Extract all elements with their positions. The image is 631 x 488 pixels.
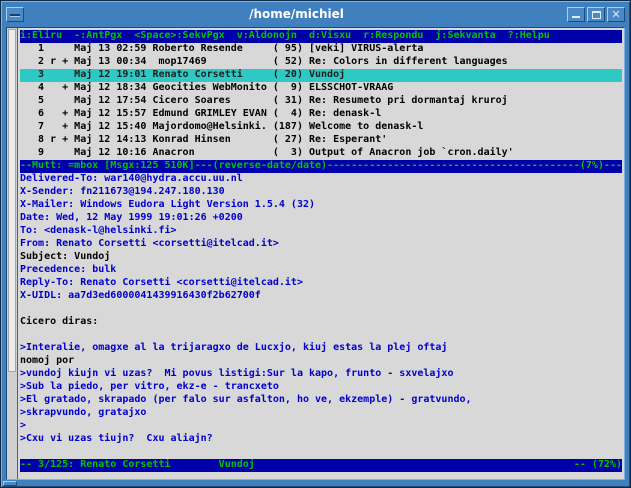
window-menu-button[interactable] — [6, 7, 24, 22]
mail-header-line: Reply-To: Renato Corsetti <corsetti@itel… — [20, 277, 622, 290]
mail-list-row-selected[interactable]: 3 Maj 12 19:01 Renato Corsetti ( 20) Vun… — [20, 69, 622, 82]
mail-list-row[interactable]: 6 + Maj 12 15:57 Edmund GRIMLEY EVAN ( 4… — [20, 108, 622, 121]
maximize-button[interactable] — [587, 7, 605, 22]
mail-body-quoted-line: >El gratado, skrapado (per falo sur asfa… — [20, 394, 622, 407]
mail-list-row[interactable]: 7 + Maj 12 15:40 Majordomo@Helsinki. (18… — [20, 121, 622, 134]
mail-body-line: Cicero diras: — [20, 316, 622, 329]
mail-body-quoted-line: >vundoj kiujn vi uzas? Mi povus listigi:… — [20, 368, 622, 381]
mail-header-line: Precedence: bulk — [20, 264, 622, 277]
pager-percent: -- (72%) — [574, 459, 622, 472]
mail-list-row[interactable]: 1 Maj 13 02:59 Roberto Resende ( 95) [ve… — [20, 43, 622, 56]
mail-body-quoted-line: >Interalie, omagxe al la trijaragxo de L… — [20, 342, 622, 355]
terminal-frame: i:Eliru -:AntPgx <Space>:SekvPgx v:Aldon… — [6, 27, 625, 480]
window-controls: ✕ — [565, 7, 625, 22]
statusbar-spacer — [255, 459, 574, 472]
mailbox-status: --Mutt: =mbox [Msgx:125 510K]---(reverse… — [20, 160, 327, 173]
close-icon: ✕ — [611, 8, 620, 21]
mail-header-line: X-Sender: fn211673@194.247.180.130 — [20, 186, 622, 199]
mutt-key-hints: i:Eliru -:AntPgx <Space>:SekvPgx v:Aldon… — [20, 30, 550, 43]
mail-header-line: Delivered-To: war140@hydra.accu.uu.nl — [20, 173, 622, 186]
mutt-pager-statusbar: -- 3/125: Renato Corsetti Vundoj -- (72%… — [20, 459, 622, 472]
mutt-key-menubar: i:Eliru -:AntPgx <Space>:SekvPgx v:Aldon… — [20, 30, 622, 43]
blank-line — [20, 329, 622, 342]
xterm-window: /home/michiel ✕ i:Eliru -:AntPgx <Space>… — [0, 0, 631, 488]
mutt-terminal: i:Eliru -:AntPgx <Space>:SekvPgx v:Aldon… — [18, 28, 624, 479]
mail-header-line: From: Renato Corsetti <corsetti@itelcad.… — [20, 238, 622, 251]
window-title: /home/michiel — [28, 7, 565, 21]
mail-list-row[interactable]: 9 Maj 12 10:16 Anacron ( 3) Output of An… — [20, 147, 622, 160]
resize-grip[interactable] — [3, 481, 17, 486]
mail-body-line: nomoj por — [20, 355, 622, 368]
mail-header-subject: Subject: Vundoj — [20, 251, 622, 264]
statusbar-fill: ----------------------------------------… — [327, 160, 580, 173]
scroll-percent: (7%)--- — [580, 160, 622, 173]
minimize-button[interactable] — [567, 7, 585, 22]
mail-body-quoted-line: >skrapvundo, gratajxo — [20, 407, 622, 420]
mail-header-line: To: <denask-l@helsinki.fi> — [20, 225, 622, 238]
mail-body-quoted-line: > — [20, 420, 622, 433]
pager-message-info: -- 3/125: Renato Corsetti Vundoj — [20, 459, 255, 472]
mail-header-line: X-UIDL: aa7d3ed6000041439916430f2b62700f — [20, 290, 622, 303]
blank-line — [20, 446, 622, 459]
close-button[interactable]: ✕ — [607, 7, 625, 22]
mail-list-row[interactable]: 2 r + Maj 13 00:34 mop17469 ( 52) Re: Co… — [20, 56, 622, 69]
minimize-icon — [572, 16, 580, 18]
window-menu-icon — [10, 14, 20, 16]
scrollbar-thumb[interactable] — [8, 29, 16, 372]
mutt-index-statusbar: --Mutt: =mbox [Msgx:125 510K]---(reverse… — [20, 160, 622, 173]
mail-list-row[interactable]: 8 r + Maj 12 14:13 Konrad Hinsen ( 27) R… — [20, 134, 622, 147]
mail-list-row[interactable]: 5 Maj 12 17:54 Cicero Soares ( 31) Re: R… — [20, 95, 622, 108]
blank-line — [20, 303, 622, 316]
mail-body-quoted-line: >Sub la piedo, per vitro, ekz-e - trancx… — [20, 381, 622, 394]
mail-header-line: X-Mailer: Windows Eudora Light Version 1… — [20, 199, 622, 212]
mail-header-line: Date: Wed, 12 May 1999 19:01:26 +0200 — [20, 212, 622, 225]
window-titlebar: /home/michiel ✕ — [6, 5, 625, 23]
mail-list-row[interactable]: 4 + Maj 12 18:34 Geocities WebMonito ( 9… — [20, 82, 622, 95]
mail-body-quoted-line: >Cxu vi uzas tiujn? Cxu aliajn? — [20, 433, 622, 446]
maximize-icon — [592, 11, 601, 19]
terminal-scrollbar[interactable] — [7, 28, 18, 479]
